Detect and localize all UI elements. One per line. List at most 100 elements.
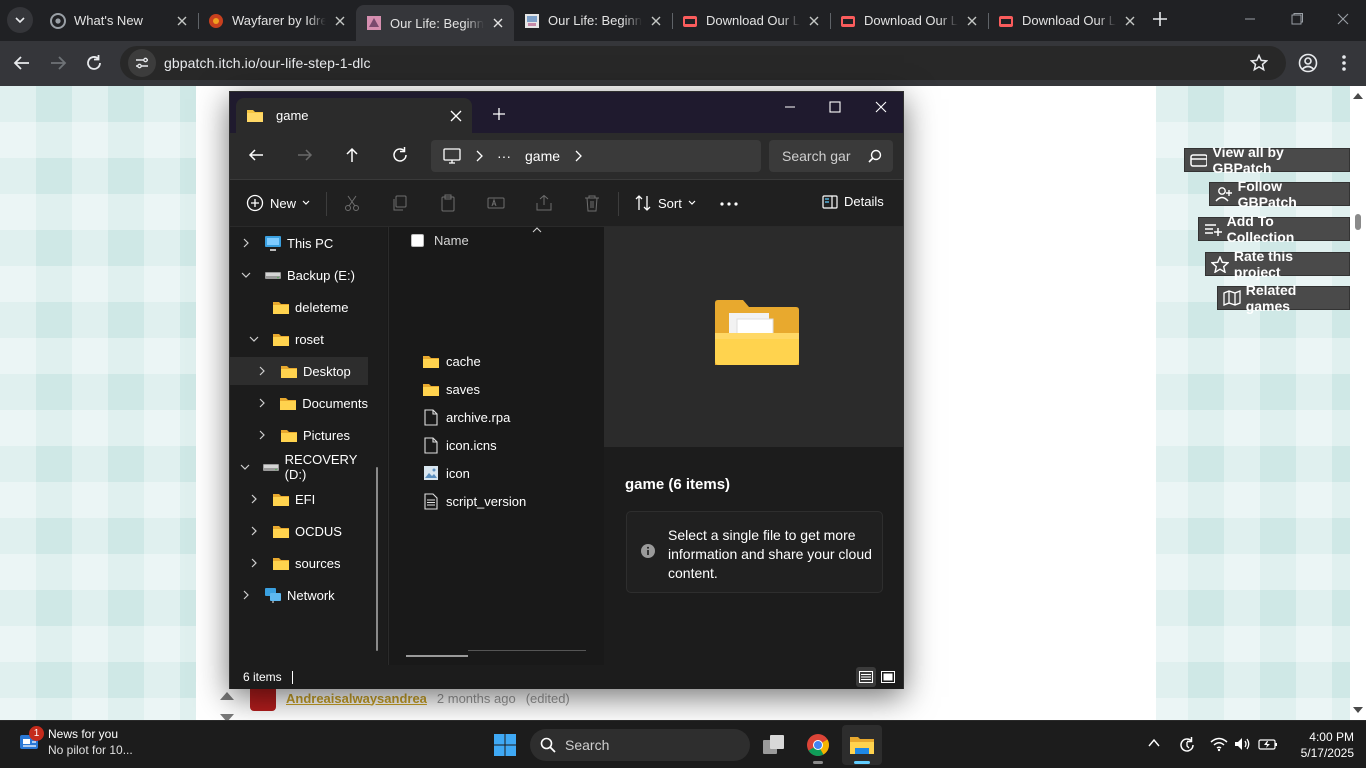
reload-button[interactable] <box>82 51 106 75</box>
forward-button[interactable] <box>46 51 70 75</box>
chevron-right-icon[interactable] <box>254 430 270 440</box>
close-icon[interactable] <box>1122 13 1138 29</box>
wifi-tray-icon[interactable] <box>1210 736 1228 752</box>
nav-item-desktop[interactable]: Desktop <box>230 357 368 385</box>
browser-tab-our-life[interactable]: Our Life: Beginni <box>514 5 672 36</box>
page-scrollbar[interactable] <box>1350 86 1366 720</box>
file-row-archive[interactable]: archive.rpa <box>422 405 510 429</box>
follow-author-button[interactable]: Follow GBPatch <box>1209 178 1350 210</box>
browser-tab-download-2[interactable]: Download Our L <box>830 5 988 36</box>
chevron-right-icon[interactable] <box>246 526 262 536</box>
close-icon[interactable] <box>964 13 980 29</box>
nav-item-sources[interactable]: sources <box>230 549 368 577</box>
file-explorer-taskbar-button[interactable] <box>842 725 882 765</box>
address-bar[interactable]: gbpatch.itch.io/our-life-step-1-dlc <box>120 46 1286 80</box>
close-icon[interactable] <box>490 15 506 31</box>
tiles-view-button[interactable] <box>878 667 898 687</box>
add-to-collection-button[interactable]: Add To Collection <box>1198 213 1350 245</box>
view-all-by-author-button[interactable]: View all by GBPatch <box>1184 144 1350 176</box>
show-hidden-icons-button[interactable] <box>1148 738 1160 748</box>
file-row-icon[interactable]: icon <box>422 461 470 485</box>
battery-tray-icon[interactable] <box>1258 736 1278 752</box>
name-column-header[interactable]: Name <box>411 233 469 248</box>
share-button[interactable] <box>535 194 553 212</box>
explorer-refresh-button[interactable] <box>391 146 409 164</box>
chevron-down-icon[interactable] <box>246 335 262 343</box>
nav-item-backup-drive[interactable]: Backup (E:) <box>230 261 368 289</box>
file-row-saves[interactable]: saves <box>422 377 480 401</box>
chevron-right-icon[interactable] <box>254 366 270 376</box>
file-row-icon-icns[interactable]: icon.icns <box>422 433 497 457</box>
nav-item-roset[interactable]: roset <box>230 325 368 353</box>
paste-button[interactable] <box>439 194 457 212</box>
nav-item-deleteme[interactable]: deleteme <box>230 293 368 321</box>
breadcrumb[interactable]: ··· game <box>431 140 761 172</box>
explorer-back-button[interactable] <box>247 146 265 164</box>
copy-button[interactable] <box>391 194 409 212</box>
start-button[interactable] <box>485 725 525 765</box>
details-pane-button[interactable]: Details <box>822 194 884 209</box>
tab-search-button[interactable] <box>7 7 33 33</box>
comment-vote-arrows[interactable] <box>219 688 235 720</box>
browser-tab-download-3[interactable]: Download Our L <box>988 5 1146 36</box>
chevron-right-icon[interactable] <box>238 238 254 248</box>
rate-project-button[interactable]: Rate this project <box>1205 248 1350 280</box>
related-games-button[interactable]: Related games <box>1217 282 1350 314</box>
close-icon[interactable] <box>332 13 348 29</box>
sort-button[interactable]: Sort <box>634 194 696 212</box>
select-all-checkbox[interactable] <box>411 234 424 247</box>
news-widget[interactable]: 1 News for you No pilot for 10... <box>18 726 133 757</box>
nav-item-efi[interactable]: EFI <box>230 485 368 513</box>
nav-item-documents[interactable]: Documents <box>230 389 368 417</box>
comment-author-link[interactable]: Andreaisalwaysandrea <box>286 691 427 706</box>
system-clock[interactable]: 4:00 PM 5/17/2025 <box>1284 729 1354 761</box>
chrome-menu-button[interactable] <box>1332 51 1356 75</box>
details-view-button[interactable] <box>856 667 876 687</box>
chevron-right-icon[interactable] <box>246 494 262 504</box>
chrome-taskbar-button[interactable] <box>798 725 838 765</box>
file-list-scrollbar[interactable] <box>406 655 468 657</box>
task-view-button[interactable] <box>754 725 794 765</box>
nav-item-pictures[interactable]: Pictures <box>230 421 368 449</box>
browser-tab-whats-new[interactable]: What's New <box>40 5 198 36</box>
chevron-down-icon[interactable] <box>238 271 254 279</box>
browser-tab-wayfarer[interactable]: Wayfarer by Idre <box>198 5 356 36</box>
new-tab-button[interactable] <box>1152 11 1168 27</box>
close-icon[interactable] <box>174 13 190 29</box>
rename-button[interactable] <box>487 194 505 212</box>
back-button[interactable] <box>10 51 34 75</box>
nav-item-this-pc[interactable]: This PC <box>230 229 368 257</box>
nav-item-recovery-drive[interactable]: RECOVERY (D:) <box>230 452 368 482</box>
taskbar-search[interactable]: Search <box>530 729 750 761</box>
nav-item-network[interactable]: Network <box>230 581 368 609</box>
explorer-up-button[interactable] <box>343 146 361 164</box>
minimize-button[interactable] <box>1243 12 1257 26</box>
close-icon[interactable] <box>806 13 822 29</box>
profile-button[interactable] <box>1296 51 1320 75</box>
explorer-forward-button[interactable] <box>296 146 314 164</box>
explorer-maximize-button[interactable] <box>828 100 842 114</box>
browser-tab-download-1[interactable]: Download Our L <box>672 5 830 36</box>
breadcrumb-overflow[interactable]: ··· <box>497 148 511 164</box>
chevron-right-icon[interactable] <box>254 398 269 408</box>
nav-pane-scrollbar[interactable] <box>376 467 378 651</box>
file-row-script-version[interactable]: script_version <box>422 489 526 513</box>
scrollbar-thumb[interactable] <box>1355 214 1361 230</box>
explorer-search-input[interactable]: Search gar <box>769 140 893 172</box>
chevron-down-icon[interactable] <box>238 463 252 471</box>
restore-button[interactable] <box>1290 12 1304 26</box>
browser-tab-our-life-active[interactable]: Our Life: Beginni <box>356 5 514 41</box>
close-icon[interactable] <box>648 13 664 29</box>
new-button[interactable]: New <box>246 194 310 212</box>
close-icon[interactable] <box>450 110 462 122</box>
explorer-tab-game[interactable]: game <box>236 98 472 133</box>
breadcrumb-current[interactable]: game <box>525 148 560 164</box>
nav-item-ocdus[interactable]: OCDUS <box>230 517 368 545</box>
site-info-button[interactable] <box>128 49 156 77</box>
explorer-new-tab-button[interactable] <box>492 107 506 121</box>
sync-tray-icon[interactable] <box>1178 736 1196 754</box>
file-row-cache[interactable]: cache <box>422 349 481 373</box>
bookmark-star-button[interactable] <box>1250 54 1268 72</box>
delete-button[interactable] <box>583 194 601 212</box>
explorer-close-button[interactable] <box>874 100 888 114</box>
